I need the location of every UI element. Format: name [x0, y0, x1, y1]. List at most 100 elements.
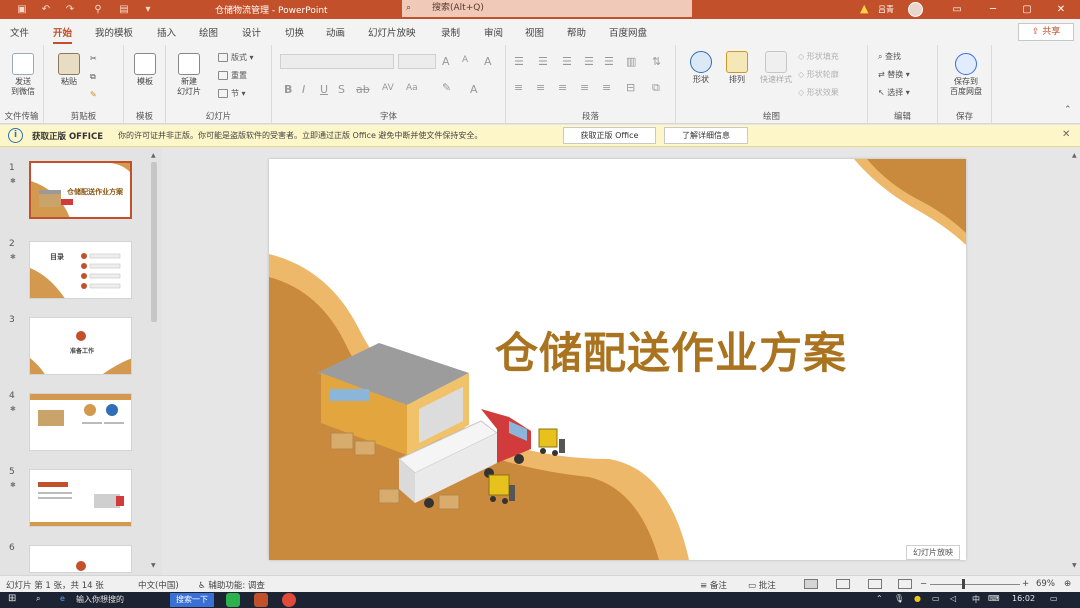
tray-chevron-icon[interactable]: ⌃ — [876, 594, 883, 603]
shape-outline-button[interactable]: ◇ 形状轮廓 — [798, 69, 839, 80]
save-icon[interactable]: ▤ — [116, 2, 132, 17]
save-to-baidu-button[interactable]: 保存到 百度网盘 — [942, 53, 990, 97]
notification-center-icon[interactable]: ▭ — [1050, 594, 1058, 603]
align-right-icon[interactable]: ≡ — [558, 81, 567, 94]
slide-title[interactable]: 仓储配送作业方案 — [495, 319, 847, 381]
shape-effects-button[interactable]: ◇ 形状效果 — [798, 87, 839, 98]
zoom-in-icon[interactable]: + — [1022, 579, 1029, 589]
zoom-level[interactable]: 69% — [1036, 579, 1055, 589]
slideshow-button[interactable]: 幻灯片放映 — [906, 545, 960, 560]
wechat-app-icon[interactable] — [226, 593, 240, 607]
close-icon[interactable]: ✕ — [1046, 0, 1076, 19]
zoom-slider-handle[interactable] — [962, 579, 965, 589]
ribbon-display-icon[interactable]: ▭ — [942, 0, 972, 19]
font-size-box[interactable] — [398, 54, 436, 69]
bullets-icon[interactable]: ☰ — [514, 55, 524, 68]
tab-review[interactable]: 审阅 — [484, 25, 503, 39]
maximize-icon[interactable]: ▢ — [1012, 0, 1042, 19]
zoom-slider[interactable] — [930, 584, 1020, 585]
tab-design[interactable]: 设计 — [242, 25, 261, 39]
zoom-out-icon[interactable]: − — [920, 579, 927, 589]
shadow-icon[interactable]: S — [338, 83, 345, 96]
tab-baidu-netdisk[interactable]: 百度网盘 — [609, 25, 647, 39]
avatar[interactable] — [908, 2, 923, 17]
send-to-wechat-button[interactable]: 发送 到微信 — [6, 53, 40, 97]
tab-draw[interactable]: 绘图 — [199, 25, 218, 39]
columns-icon[interactable]: ▥ — [626, 55, 636, 68]
fit-slide-icon[interactable]: ⊕ — [1064, 579, 1071, 589]
language-indicator[interactable]: 中文(中国) — [138, 579, 179, 591]
keyboard-icon[interactable]: ⌨ — [988, 594, 1000, 603]
get-genuine-office-button[interactable]: 获取正版 Office — [563, 127, 656, 144]
accessibility-status[interactable]: ♿ 辅助功能: 调查 — [198, 579, 265, 591]
scroll-up-icon[interactable]: ▲ — [151, 152, 156, 159]
clock[interactable]: 16:02 — [1012, 594, 1035, 603]
slideshow-view-icon[interactable] — [898, 579, 912, 589]
tab-home[interactable]: 开始 — [53, 25, 73, 44]
justify-icon[interactable]: ≡ — [580, 81, 589, 94]
shape-fill-button[interactable]: ◇ 形状填充 — [798, 51, 839, 62]
italic-icon[interactable]: I — [302, 83, 305, 96]
customize-toolbar-icon[interactable]: ▾ — [140, 2, 156, 17]
quick-styles-button[interactable]: 快速样式 — [756, 51, 796, 85]
taskbar-search-text[interactable]: 输入你想搜的 — [76, 594, 124, 605]
share-button[interactable]: ⇪ 共享 — [1018, 23, 1074, 41]
increase-font-icon[interactable]: A — [442, 55, 450, 68]
slide-sorter-icon[interactable] — [836, 579, 850, 589]
distributed-icon[interactable]: ≡ — [602, 81, 611, 94]
collapse-ribbon-icon[interactable]: ⌃ — [1064, 105, 1072, 115]
minimize-icon[interactable]: ─ — [978, 0, 1008, 19]
redo-icon[interactable]: ↷ — [62, 2, 78, 17]
font-color-icon[interactable]: A — [470, 83, 478, 96]
learn-more-button[interactable]: 了解详细信息 — [664, 127, 748, 144]
normal-view-icon[interactable] — [804, 579, 818, 589]
volume-icon[interactable]: ◁ — [950, 594, 956, 603]
font-name-box[interactable] — [280, 54, 394, 69]
taskbar-search-button[interactable]: 搜索一下 — [170, 593, 214, 607]
warning-icon[interactable]: ▲ — [860, 2, 872, 15]
tab-record[interactable]: 录制 — [441, 25, 460, 39]
tab-animations[interactable]: 动画 — [326, 25, 345, 39]
slide-thumbnail-6[interactable] — [29, 545, 132, 573]
ime-indicator[interactable]: 中 — [972, 594, 980, 605]
new-slide-button[interactable]: 新建 幻灯片 — [172, 53, 206, 97]
taskbar-search-icon[interactable]: ⌕ — [36, 594, 40, 604]
slide-thumbnail-3[interactable]: 准备工作 — [29, 317, 132, 375]
tab-slideshow[interactable]: 幻灯片放映 — [368, 25, 416, 39]
comments-button[interactable]: ▭ 批注 — [748, 579, 776, 591]
underline-icon[interactable]: U — [320, 83, 328, 96]
align-left-icon[interactable]: ≡ — [514, 81, 523, 94]
network-icon[interactable]: ▭ — [932, 594, 940, 603]
windows-start-icon[interactable]: ⊞ — [8, 593, 16, 604]
smartart-icon[interactable]: ⧉ — [652, 81, 660, 95]
decrease-font-icon[interactable]: A — [462, 55, 468, 65]
increase-indent-icon[interactable]: ☰ — [584, 55, 594, 68]
strikethrough-icon[interactable]: ab — [356, 83, 370, 96]
undo-icon[interactable]: ↶ — [38, 2, 54, 17]
shapes-button[interactable]: 形状 — [686, 51, 716, 85]
tab-transitions[interactable]: 切换 — [285, 25, 304, 39]
numbering-icon[interactable]: ☰ — [538, 55, 548, 68]
close-notification-icon[interactable]: ✕ — [1062, 129, 1070, 140]
user-name[interactable]: 吕青 — [878, 4, 894, 15]
line-spacing-icon[interactable]: ☰ — [604, 55, 614, 68]
tab-insert[interactable]: 插入 — [157, 25, 176, 39]
tab-help[interactable]: 帮助 — [567, 25, 586, 39]
reading-view-icon[interactable] — [868, 579, 882, 589]
char-spacing-icon[interactable]: AV — [382, 83, 394, 93]
tab-file[interactable]: 文件 — [10, 25, 29, 39]
current-slide[interactable]: 仓储配送作业方案 — [269, 159, 966, 560]
reset-button[interactable]: 重置 — [218, 70, 247, 81]
copy-icon[interactable]: ⧉ — [90, 71, 96, 82]
align-text-icon[interactable]: ⊟ — [626, 81, 635, 94]
microphone-icon[interactable]: 🎙 — [894, 594, 904, 603]
scroll-down-icon[interactable]: ▼ — [151, 562, 156, 569]
edge-icon[interactable]: e — [60, 594, 65, 603]
slide-thumbnail-1[interactable]: 仓储配送作业方案 — [29, 161, 132, 219]
highlight-icon[interactable]: ✎ — [442, 81, 451, 94]
cut-icon[interactable]: ✂ — [90, 53, 97, 64]
find-button[interactable]: ⌕ 查找 — [878, 51, 901, 62]
notes-button[interactable]: ≡ 备注 — [700, 579, 727, 591]
tab-my-templates[interactable]: 我的模板 — [95, 25, 133, 39]
scroll-up-icon[interactable]: ▲ — [1072, 152, 1077, 159]
